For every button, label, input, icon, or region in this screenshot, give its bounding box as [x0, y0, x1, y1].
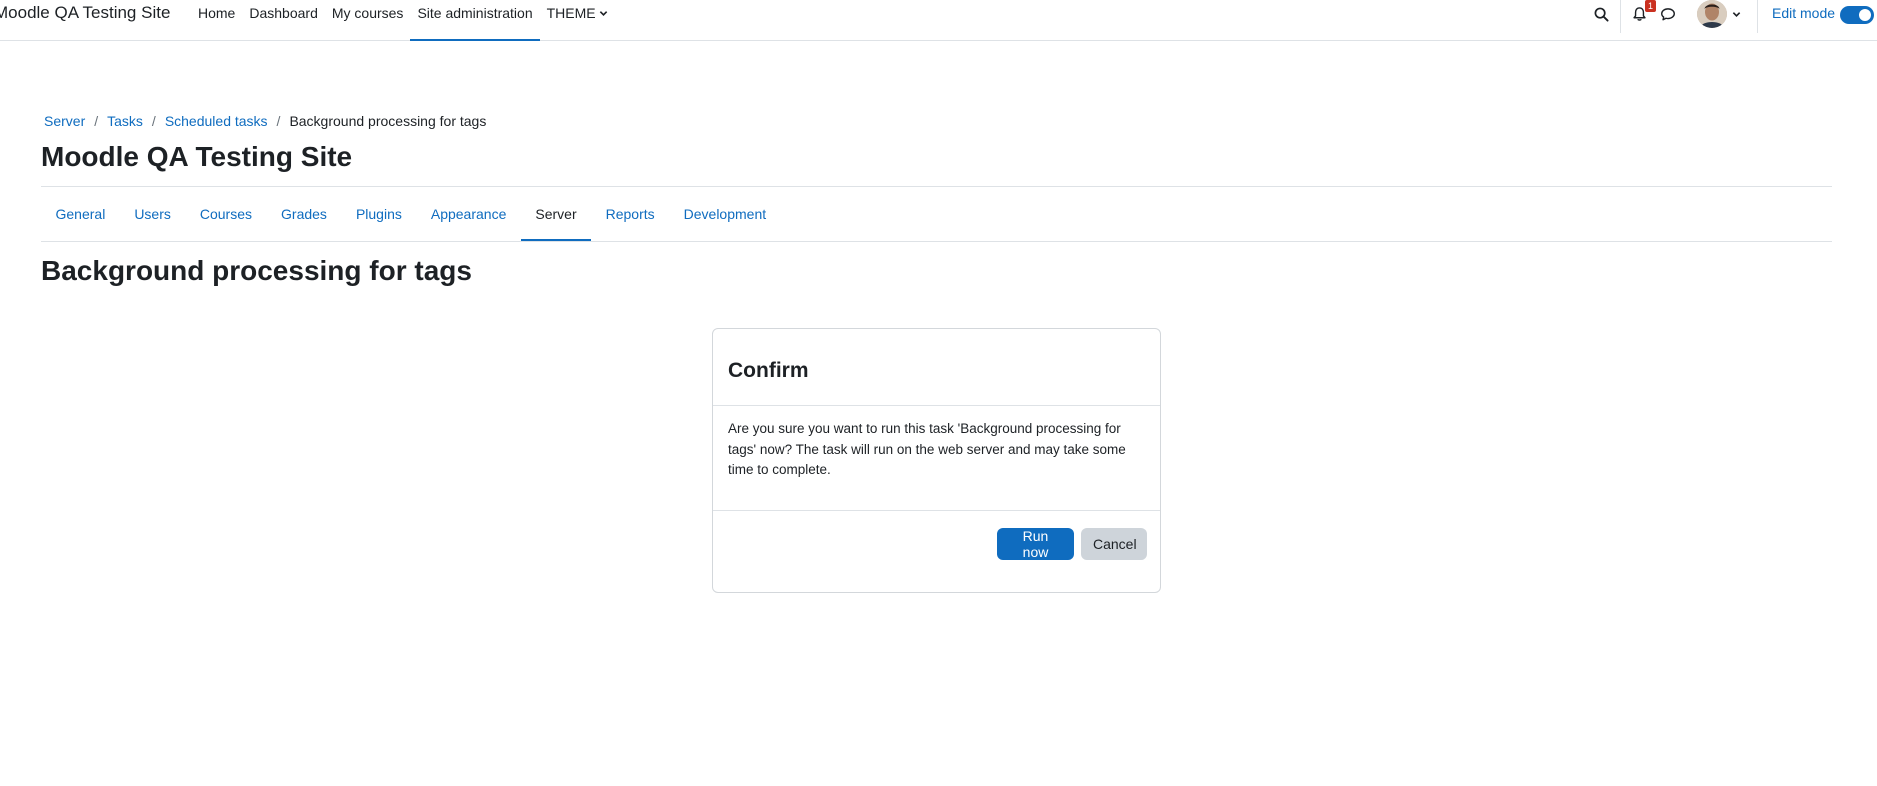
site-brand[interactable]: Moodle QA Testing Site [0, 3, 170, 23]
user-avatar[interactable] [1697, 0, 1727, 28]
breadcrumb-tasks[interactable]: Tasks [107, 113, 143, 129]
nav-theme-dropdown[interactable]: THEME [540, 0, 615, 40]
page-heading: Background processing for tags [41, 255, 472, 286]
search-icon[interactable] [1591, 4, 1611, 24]
secondary-navigation: General Users Courses Grades Plugins App… [41, 187, 781, 241]
breadcrumb-scheduled-tasks[interactable]: Scheduled tasks [165, 113, 268, 129]
secondary-nav-divider [41, 241, 1832, 242]
confirm-footer-divider [713, 510, 1160, 511]
message-icon[interactable] [1658, 4, 1678, 24]
confirm-header-divider [713, 405, 1160, 406]
tab-grades[interactable]: Grades [267, 187, 342, 241]
primary-navigation: Home Dashboard My courses Site administr… [191, 0, 615, 41]
tab-server[interactable]: Server [520, 187, 592, 241]
toggle-knob [1859, 9, 1871, 21]
confirm-dialog: Confirm Are you sure you want to run thi… [712, 328, 1161, 593]
run-now-button[interactable]: Run now [997, 528, 1074, 560]
breadcrumb: Server / Tasks / Scheduled tasks / Backg… [44, 113, 486, 129]
tab-courses[interactable]: Courses [185, 187, 266, 241]
site-title: Moodle QA Testing Site [41, 141, 353, 172]
breadcrumb-separator: / [276, 113, 281, 129]
edit-mode-toggle[interactable] [1840, 6, 1874, 24]
confirm-message: Are you sure you want to run this task '… [728, 421, 1126, 477]
nav-home[interactable]: Home [191, 0, 242, 40]
edit-mode-label[interactable]: Edit mode [1772, 5, 1835, 21]
cancel-button[interactable]: Cancel [1081, 528, 1147, 560]
breadcrumb-server[interactable]: Server [44, 113, 85, 129]
breadcrumb-separator: / [94, 113, 99, 129]
nav-dashboard[interactable]: Dashboard [242, 0, 325, 40]
user-menu-chevron-down-icon[interactable] [1726, 4, 1746, 24]
confirm-title: Confirm [728, 359, 809, 382]
tab-users[interactable]: Users [120, 187, 186, 241]
tab-general[interactable]: General [41, 187, 120, 241]
navbar-divider [1620, 0, 1621, 33]
breadcrumb-current: Background processing for tags [289, 113, 487, 129]
top-navbar: Moodle QA Testing Site Home Dashboard My… [0, 0, 1877, 41]
nav-site-administration[interactable]: Site administration [410, 0, 540, 41]
nav-theme-label: THEME [546, 5, 596, 21]
tab-plugins[interactable]: Plugins [341, 187, 416, 241]
chevron-down-icon [599, 5, 608, 21]
tab-reports[interactable]: Reports [591, 187, 669, 241]
nav-my-courses[interactable]: My courses [325, 0, 411, 40]
navbar-divider [1757, 0, 1758, 33]
tab-appearance[interactable]: Appearance [416, 187, 521, 241]
tab-development[interactable]: Development [669, 187, 781, 241]
notification-count-badge: 1 [1645, 0, 1656, 12]
breadcrumb-separator: / [151, 113, 156, 129]
